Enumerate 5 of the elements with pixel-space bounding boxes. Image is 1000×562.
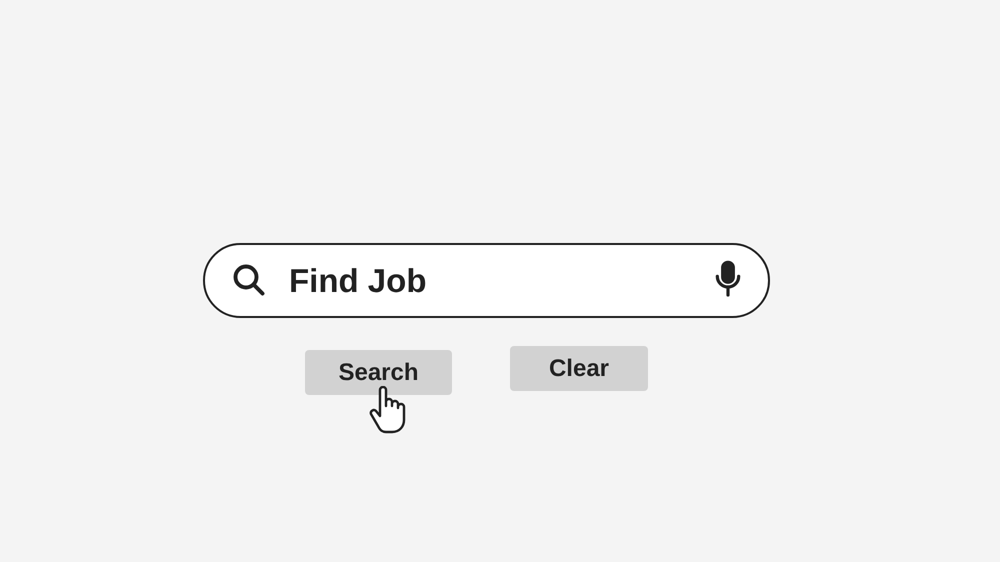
search-icon [231, 262, 267, 298]
hand-cursor-icon [368, 386, 406, 434]
action-button[interactable]: Clear [510, 346, 648, 391]
search-field[interactable]: Find Job [203, 243, 770, 318]
action-button[interactable]: Search [305, 350, 452, 395]
